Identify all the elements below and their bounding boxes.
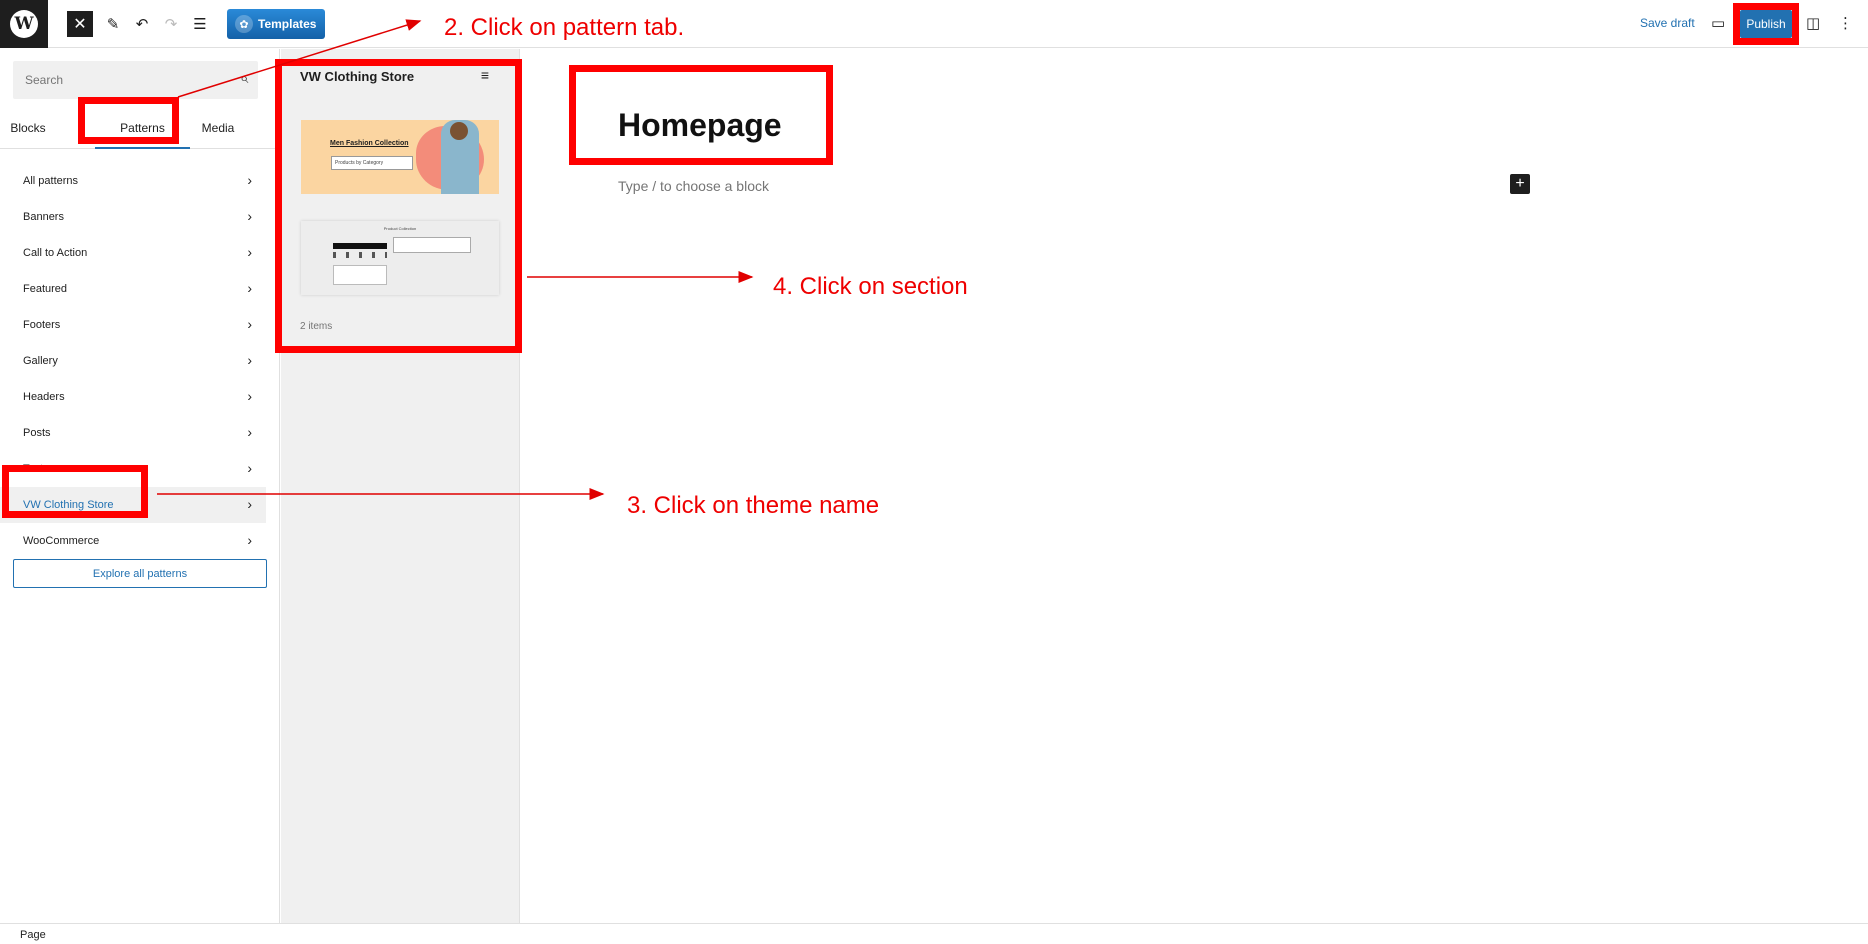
add-block-button[interactable]: + <box>1510 174 1530 194</box>
product-box <box>333 265 387 285</box>
save-draft-button[interactable]: Save draft <box>1640 16 1695 30</box>
templates-button[interactable]: ✿ Templates <box>227 9 325 39</box>
chevron-right-icon: › <box>247 280 252 296</box>
chevron-right-icon: › <box>247 352 252 368</box>
search-input[interactable]: Search ⌕ <box>13 61 258 99</box>
category-text[interactable]: Text › <box>0 451 266 487</box>
annotation-step3: 3. Click on theme name <box>627 492 880 519</box>
chevron-right-icon: › <box>247 244 252 260</box>
category-label: Featured <box>23 283 68 295</box>
tab-patterns[interactable]: Patterns <box>95 107 190 149</box>
category-label: All patterns <box>23 175 79 187</box>
pattern-card-hero[interactable]: Men Fashion Collection Products by Categ… <box>301 120 499 194</box>
chevron-right-icon: › <box>247 496 252 512</box>
close-inserter-button[interactable]: ✕ <box>67 11 93 37</box>
category-posts[interactable]: Posts › <box>0 415 266 451</box>
inserter-tabs: Blocks Patterns Media <box>0 107 280 149</box>
block-placeholder[interactable]: Type / to choose a block <box>618 178 769 194</box>
chevron-right-icon: › <box>247 388 252 404</box>
list-view-icon[interactable]: ☰ <box>187 11 213 37</box>
chevron-right-icon: › <box>247 532 252 548</box>
product-box <box>393 237 471 253</box>
chevron-right-icon: › <box>247 316 252 332</box>
annotation-step4: 4. Click on section <box>773 273 968 300</box>
preview-icon[interactable]: ▭ <box>1711 14 1725 32</box>
category-label: VW Clothing Store <box>23 499 114 511</box>
category-vw-clothing-store[interactable]: VW Clothing Store › <box>0 487 266 523</box>
category-banners[interactable]: Banners › <box>0 199 266 235</box>
redo-icon[interactable]: ↷ <box>158 11 184 37</box>
tab-media[interactable]: Media <box>190 107 246 149</box>
templates-icon: ✿ <box>235 15 253 33</box>
category-label: Call to Action <box>23 247 88 259</box>
chevron-right-icon: › <box>247 460 252 476</box>
block-inserter-panel: Search ⌕ Blocks Patterns Media All patte… <box>0 49 280 923</box>
templates-label: Templates <box>258 17 317 31</box>
undo-icon[interactable]: ↶ <box>129 11 155 37</box>
chevron-right-icon: › <box>247 208 252 224</box>
category-label: WooCommerce <box>23 535 100 547</box>
options-menu-icon[interactable]: ⋮ <box>1838 14 1853 32</box>
model-head <box>450 122 468 140</box>
filter-icon[interactable]: ≡ <box>474 65 496 85</box>
chevron-right-icon: › <box>247 424 252 440</box>
edit-tool-icon[interactable]: ✎ <box>100 11 126 37</box>
pattern-count: 2 items <box>300 321 333 332</box>
pattern-card-box: Products by Category <box>331 156 413 170</box>
category-gallery[interactable]: Gallery › <box>0 343 266 379</box>
breadcrumb[interactable]: Page <box>20 929 46 941</box>
product-banner <box>333 243 387 249</box>
wordpress-logo-icon: W <box>10 10 38 38</box>
pattern-category-title: VW Clothing Store <box>300 69 415 84</box>
category-footers[interactable]: Footers › <box>0 307 266 343</box>
category-call-to-action[interactable]: Call to Action › <box>0 235 266 271</box>
editor-toolbar: W ✕ ✎ ↶ ↷ ☰ ✿ Templates Save draft ▭ Pub… <box>0 0 1868 48</box>
wordpress-logo-button[interactable]: W <box>0 0 48 48</box>
publish-button[interactable]: Publish <box>1740 10 1792 38</box>
chevron-right-icon: › <box>247 172 252 188</box>
pattern-card-title: Men Fashion Collection <box>330 140 409 147</box>
annotation-step2: 2. Click on pattern tab. <box>444 14 685 41</box>
category-label: Footers <box>23 319 61 331</box>
breadcrumb-bar: Page <box>0 923 1868 944</box>
tab-blocks[interactable]: Blocks <box>0 107 56 149</box>
category-featured[interactable]: Featured › <box>0 271 266 307</box>
explore-all-patterns-button[interactable]: Explore all patterns <box>13 559 267 588</box>
category-headers[interactable]: Headers › <box>0 379 266 415</box>
settings-sidebar-icon[interactable]: ◫ <box>1806 14 1820 32</box>
pattern-card-products[interactable]: Product Collection <box>301 221 499 295</box>
pattern-category-list: All patterns › Banners › Call to Action › F… <box>0 163 266 559</box>
category-label: Banners <box>23 211 64 223</box>
category-woocommerce[interactable]: WooCommerce › <box>0 523 266 559</box>
page-title[interactable]: Homepage <box>618 107 782 144</box>
category-label: Headers <box>23 391 65 403</box>
pattern-preview-panel: VW Clothing Store ≡ Men Fashion Collecti… <box>281 49 520 923</box>
product-thumbnails <box>333 252 387 258</box>
search-placeholder: Search <box>25 73 64 87</box>
pattern-card-title: Product Collection <box>383 226 417 231</box>
category-all-patterns[interactable]: All patterns › <box>0 163 266 199</box>
category-label: Posts <box>23 427 51 439</box>
active-tab-indicator <box>95 147 190 149</box>
search-icon: ⌕ <box>239 70 248 87</box>
category-label: Text <box>23 463 44 475</box>
category-label: Gallery <box>23 355 58 367</box>
